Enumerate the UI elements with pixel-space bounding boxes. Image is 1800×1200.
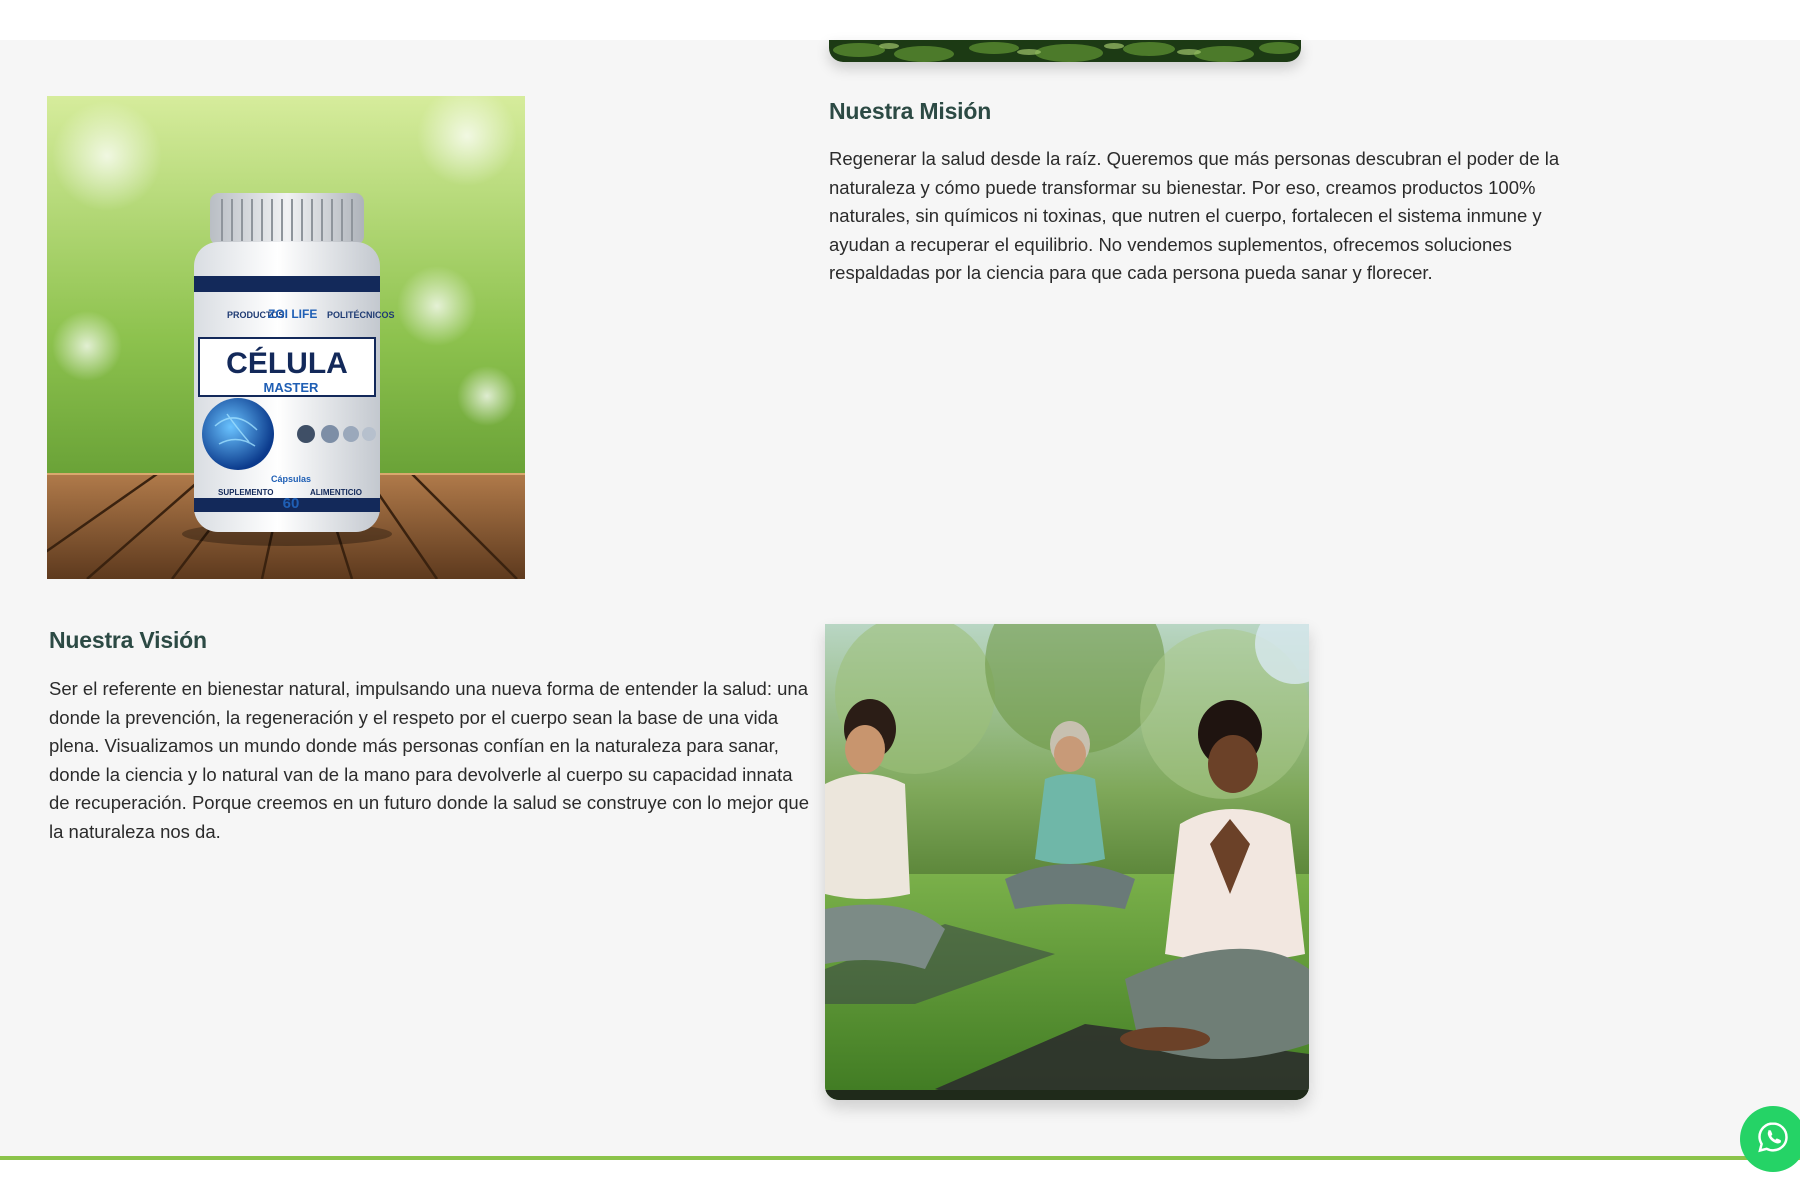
whatsapp-button[interactable] — [1740, 1106, 1800, 1172]
vision-title: Nuestra Visión — [49, 627, 207, 653]
product-footer-right: ALIMENTICIO — [310, 488, 362, 497]
mission-title: Nuestra Misión — [829, 98, 992, 124]
vision-text: Ser el referente en bienestar natural, i… — [49, 678, 809, 842]
top-navigation-bar — [0, 0, 1800, 40]
product-footer-left: SUPLEMENTO — [218, 488, 273, 497]
product-name: CÉLULA — [226, 346, 348, 380]
footer-area — [0, 1160, 1800, 1200]
product-subname: MASTER — [264, 380, 320, 395]
whatsapp-icon — [1755, 1119, 1791, 1160]
previous-section-image — [829, 40, 1301, 62]
product-capsule-count: 60 — [283, 495, 300, 512]
product-brand-right: POLITÉCNICOS — [327, 310, 395, 320]
product-capsule-word: Cápsulas — [271, 474, 311, 484]
yoga-group-image — [825, 624, 1309, 1100]
mission-text: Regenerar la salud desde la raíz. Querem… — [829, 148, 1560, 283]
product-image: PRODUCTOS ZOI LIFE POLITÉCNICOS CÉLULA M… — [47, 96, 525, 579]
product-brand-logo: ZOI LIFE — [268, 307, 317, 321]
